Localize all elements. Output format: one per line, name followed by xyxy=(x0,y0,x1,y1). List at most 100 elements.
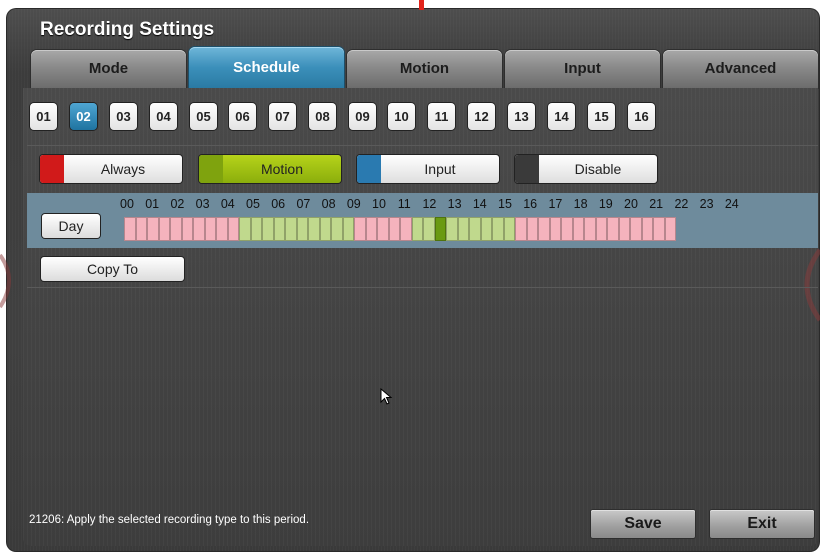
timeline-cell[interactable] xyxy=(135,217,147,241)
schedule-timeline[interactable] xyxy=(124,217,676,241)
channel-button-11[interactable]: 11 xyxy=(428,103,455,130)
record-type-motion-button[interactable]: Motion xyxy=(199,155,341,183)
timeline-cell[interactable] xyxy=(457,217,469,241)
record-type-disable-button[interactable]: Disable xyxy=(515,155,657,183)
hour-label: 21 xyxy=(649,197,664,211)
hour-label: 24 xyxy=(724,197,739,211)
tab-schedule[interactable]: Schedule xyxy=(189,47,344,88)
timeline-cell[interactable] xyxy=(377,217,389,241)
hour-label: 13 xyxy=(447,197,462,211)
hour-label: 23 xyxy=(699,197,714,211)
timeline-cell[interactable] xyxy=(227,217,239,241)
motion-color-swatch xyxy=(199,155,223,183)
timeline-cell[interactable] xyxy=(239,217,251,241)
timeline-cell[interactable] xyxy=(158,217,170,241)
channel-button-05[interactable]: 05 xyxy=(190,103,217,130)
timeline-cell[interactable] xyxy=(342,217,354,241)
channel-button-06[interactable]: 06 xyxy=(229,103,256,130)
timeline-cell[interactable] xyxy=(538,217,550,241)
input-color-swatch xyxy=(357,155,381,183)
channel-button-04[interactable]: 04 xyxy=(150,103,177,130)
tab-advanced[interactable]: Advanced xyxy=(663,50,818,88)
timeline-cell[interactable] xyxy=(641,217,653,241)
timeline-cell[interactable] xyxy=(365,217,377,241)
timeline-cell[interactable] xyxy=(147,217,159,241)
record-type-always-button[interactable]: Always xyxy=(40,155,182,183)
tab-motion[interactable]: Motion xyxy=(347,50,502,88)
channel-button-14[interactable]: 14 xyxy=(548,103,575,130)
timeline-cell[interactable] xyxy=(285,217,297,241)
channel-button-02[interactable]: 02 xyxy=(70,103,97,130)
timeline-cell[interactable] xyxy=(630,217,642,241)
hour-label: 18 xyxy=(573,197,588,211)
timeline-cell[interactable] xyxy=(549,217,561,241)
timeline-cell[interactable] xyxy=(492,217,504,241)
timeline-cell[interactable] xyxy=(400,217,412,241)
timeline-cell[interactable] xyxy=(446,217,458,241)
timeline-cell[interactable] xyxy=(584,217,596,241)
timeline-cell[interactable] xyxy=(664,217,676,241)
channel-button-08[interactable]: 08 xyxy=(309,103,336,130)
record-type-input-button[interactable]: Input xyxy=(357,155,499,183)
tab-input[interactable]: Input xyxy=(505,50,660,88)
timeline-cell[interactable] xyxy=(319,217,331,241)
title-accent-mark xyxy=(419,0,424,10)
hour-label: 11 xyxy=(397,197,411,211)
channel-button-07[interactable]: 07 xyxy=(269,103,296,130)
tab-mode[interactable]: Mode xyxy=(31,50,186,88)
timeline-cell[interactable] xyxy=(296,217,308,241)
timeline-cell[interactable] xyxy=(561,217,573,241)
hour-label: 01 xyxy=(145,197,160,211)
hour-label: 04 xyxy=(220,197,235,211)
hour-label: 14 xyxy=(472,197,487,211)
timeline-cell[interactable] xyxy=(250,217,262,241)
timeline-cell[interactable] xyxy=(216,217,228,241)
timeline-cell[interactable] xyxy=(469,217,481,241)
timeline-cell[interactable] xyxy=(515,217,527,241)
channel-button-09[interactable]: 09 xyxy=(349,103,376,130)
timeline-cell[interactable] xyxy=(273,217,285,241)
timeline-cell[interactable] xyxy=(607,217,619,241)
timeline-cell[interactable] xyxy=(653,217,665,241)
record-type-label: Input xyxy=(424,161,456,177)
hour-label: 00 xyxy=(120,197,134,211)
day-button[interactable]: Day xyxy=(42,214,100,238)
timeline-cell[interactable] xyxy=(411,217,423,241)
timeline-cell[interactable] xyxy=(388,217,400,241)
channel-button-16[interactable]: 16 xyxy=(628,103,655,130)
timeline-cell[interactable] xyxy=(331,217,343,241)
timeline-cell[interactable] xyxy=(193,217,205,241)
hour-label: 15 xyxy=(498,197,512,211)
divider xyxy=(27,287,818,288)
timeline-cell[interactable] xyxy=(423,217,435,241)
right-edge-decoration-icon xyxy=(804,248,820,322)
timeline-cell[interactable] xyxy=(572,217,584,241)
timeline-cell[interactable] xyxy=(595,217,607,241)
channel-button-01[interactable]: 01 xyxy=(30,103,57,130)
timeline-cell[interactable] xyxy=(526,217,538,241)
timeline-cell[interactable] xyxy=(308,217,320,241)
timeline-cell[interactable] xyxy=(262,217,274,241)
record-type-label: Always xyxy=(100,161,146,177)
channel-button-03[interactable]: 03 xyxy=(110,103,137,130)
save-button[interactable]: Save xyxy=(591,510,695,538)
timeline-cell[interactable] xyxy=(124,217,136,241)
copy-to-button[interactable]: Copy To xyxy=(41,257,184,281)
exit-button[interactable]: Exit xyxy=(710,510,814,538)
timeline-cell[interactable] xyxy=(181,217,193,241)
channel-button-15[interactable]: 15 xyxy=(588,103,615,130)
channel-button-10[interactable]: 10 xyxy=(388,103,415,130)
channel-button-12[interactable]: 12 xyxy=(468,103,495,130)
mouse-pointer-icon xyxy=(380,388,393,405)
timeline-cell[interactable] xyxy=(434,217,446,241)
timeline-cell[interactable] xyxy=(618,217,630,241)
timeline-cell[interactable] xyxy=(204,217,216,241)
timeline-cell[interactable] xyxy=(480,217,492,241)
channel-button-13[interactable]: 13 xyxy=(508,103,535,130)
status-message: 21206: Apply the selected recording type… xyxy=(29,514,310,526)
always-color-swatch xyxy=(40,155,64,183)
timeline-cell[interactable] xyxy=(170,217,182,241)
timeline-cell[interactable] xyxy=(503,217,515,241)
timeline-cell[interactable] xyxy=(354,217,366,241)
record-type-label: Motion xyxy=(260,161,304,177)
